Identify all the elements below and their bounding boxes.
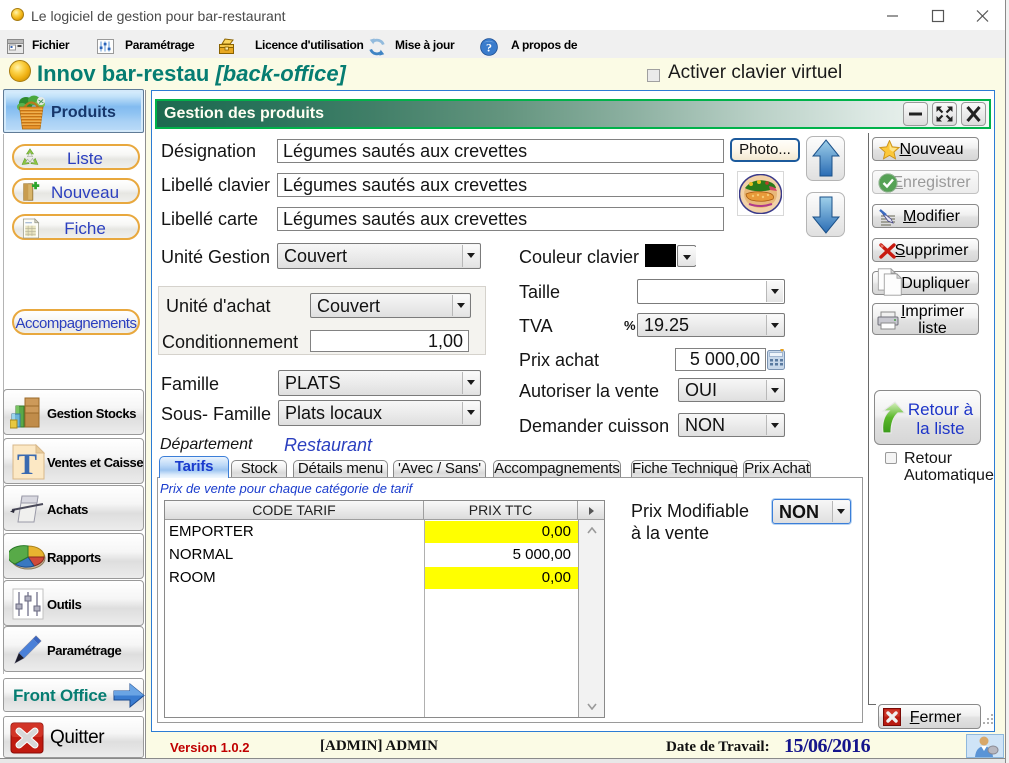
- svg-text:T: T: [17, 448, 37, 480]
- svg-text:?: ?: [486, 41, 492, 55]
